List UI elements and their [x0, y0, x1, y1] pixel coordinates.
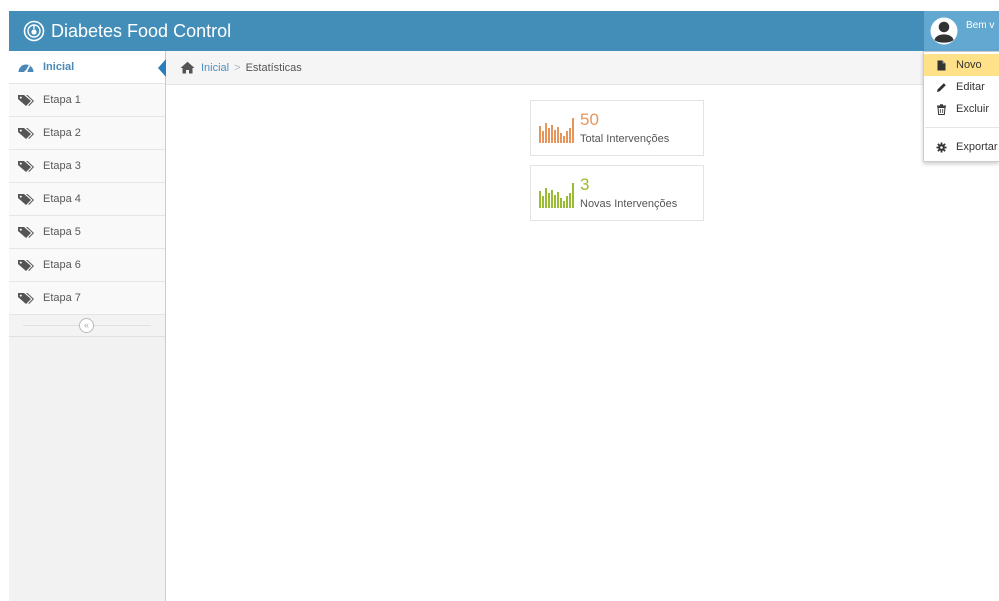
sidebar-item-etapa-7[interactable]: Etapa 7	[9, 282, 165, 315]
sidebar-item-etapa-6[interactable]: Etapa 6	[9, 249, 165, 282]
gear-icon	[936, 142, 947, 152]
menu-item-label: Editar	[956, 81, 985, 93]
user-welcome-text: Bem v	[966, 20, 995, 31]
stat-total-intervencoes: 50 Total Intervenções	[530, 100, 704, 156]
menu-item-editar[interactable]: Editar	[924, 76, 999, 98]
menu-item-label: Exportar	[956, 141, 998, 153]
tags-icon	[18, 260, 34, 271]
navbar: Diabetes Food Control Bem v	[9, 11, 999, 51]
menu-divider	[925, 127, 999, 128]
sidebar-item-etapa-3[interactable]: Etapa 3	[9, 150, 165, 183]
sidebar: Inicial Etapa 1 Etapa 2 Etapa 3 Etapa 4 …	[9, 51, 166, 601]
menu-item-novo[interactable]: Novo	[924, 54, 999, 76]
sidebar-item-label: Etapa 6	[43, 259, 81, 271]
breadcrumb-current: Estatísticas	[245, 61, 302, 74]
sidebar-item-etapa-4[interactable]: Etapa 4	[9, 183, 165, 216]
stat-value: 50	[580, 110, 599, 129]
sidebar-item-label: Etapa 2	[43, 127, 81, 139]
menu-item-label: Novo	[956, 59, 982, 71]
tags-icon	[18, 161, 34, 172]
bar-chart-icon	[539, 118, 574, 143]
home-icon	[180, 61, 195, 74]
tags-icon	[18, 128, 34, 139]
sidebar-item-label: Etapa 4	[43, 193, 81, 205]
tags-icon	[18, 194, 34, 205]
sidebar-item-etapa-5[interactable]: Etapa 5	[9, 216, 165, 249]
sidebar-item-label: Inicial	[43, 61, 75, 73]
sidebar-item-label: Etapa 3	[43, 160, 81, 172]
sidebar-item-label: Etapa 7	[43, 292, 81, 304]
app-title: Diabetes Food Control	[51, 20, 232, 41]
sidebar-collapse-button[interactable]: «	[79, 318, 94, 333]
dashboard-icon	[18, 64, 34, 74]
breadcrumb-home-link[interactable]: Inicial	[201, 62, 229, 74]
sidebar-item-etapa-2[interactable]: Etapa 2	[9, 117, 165, 150]
breadcrumb-separator: >	[234, 61, 241, 74]
file-icon	[937, 60, 946, 70]
sidebar-item-label: Etapa 1	[43, 94, 81, 106]
stat-novas-intervencoes: 3 Novas Intervenções	[530, 165, 704, 221]
menu-item-exportar[interactable]: Exportar	[924, 136, 999, 158]
tags-icon	[18, 293, 34, 304]
sidebar-item-label: Etapa 5	[43, 226, 81, 238]
bar-chart-icon	[539, 183, 574, 208]
menu-item-label: Excluir	[956, 103, 990, 115]
brand[interactable]: Diabetes Food Control	[23, 11, 231, 51]
breadcrumb: Inicial > Estatísticas	[166, 51, 999, 85]
sidebar-item-inicial[interactable]: Inicial	[9, 51, 166, 84]
trash-icon	[937, 103, 946, 115]
stat-value: 3	[580, 175, 590, 194]
user-menu-toggle[interactable]: Bem v	[924, 11, 999, 51]
tags-icon	[18, 227, 34, 238]
user-dropdown-menu: Novo Editar Excluir Exportar	[923, 51, 999, 162]
stat-label: Total Intervenções	[580, 133, 670, 145]
avatar-icon	[930, 17, 958, 45]
sidebar-collapse-row: «	[9, 315, 165, 337]
pencil-icon	[937, 82, 946, 92]
menu-item-excluir[interactable]: Excluir	[924, 98, 999, 120]
sidebar-item-etapa-1[interactable]: Etapa 1	[9, 84, 165, 117]
tags-icon	[18, 95, 34, 106]
brand-logo-icon	[23, 20, 45, 42]
stat-label: Novas Intervenções	[580, 198, 678, 210]
